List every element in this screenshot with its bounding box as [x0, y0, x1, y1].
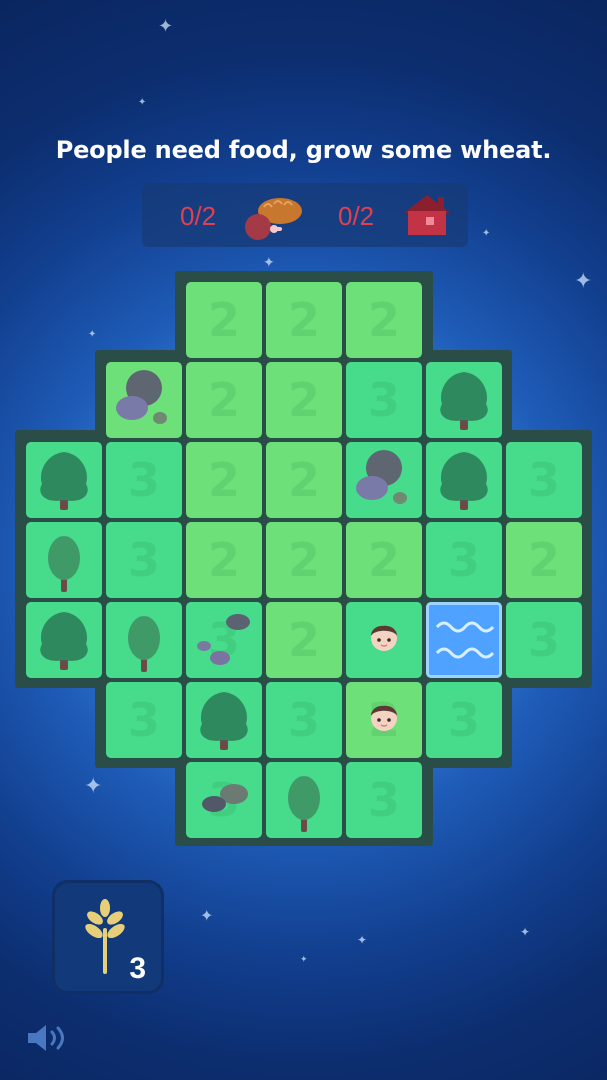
- board-tile[interactable]: 3: [346, 762, 422, 838]
- board-tile[interactable]: [186, 682, 262, 758]
- board-tile[interactable]: [26, 522, 102, 598]
- board-tile[interactable]: 3: [506, 442, 582, 518]
- board-tile[interactable]: [426, 442, 502, 518]
- tile-value: 3: [527, 613, 560, 667]
- inventory-count: 3: [129, 952, 146, 985]
- board-tile[interactable]: [26, 442, 102, 518]
- board-tile[interactable]: [106, 362, 182, 438]
- tile-value: 3: [127, 453, 160, 507]
- board-tile[interactable]: 2: [186, 362, 262, 438]
- tile-value: 3: [127, 693, 160, 747]
- tile-value: 2: [287, 613, 320, 667]
- board-tile[interactable]: 3: [506, 602, 582, 678]
- tile-value: 2: [367, 533, 400, 587]
- board-tile[interactable]: [106, 602, 182, 678]
- board-tile[interactable]: 3: [106, 682, 182, 758]
- tile-value: 3: [287, 693, 320, 747]
- tile-value: 2: [287, 293, 320, 347]
- board-tile[interactable]: 3: [426, 682, 502, 758]
- board-tile[interactable]: 2: [266, 442, 342, 518]
- board-tile[interactable]: 2: [186, 282, 262, 358]
- board-tile[interactable]: 3: [106, 522, 182, 598]
- board-tile[interactable]: 3: [426, 522, 502, 598]
- tile-value: 3: [367, 773, 400, 827]
- tile-value: 2: [527, 533, 560, 587]
- board-tile[interactable]: 2: [266, 282, 342, 358]
- board-tile[interactable]: [266, 762, 342, 838]
- tile-value: 2: [287, 453, 320, 507]
- board-tile[interactable]: 2: [506, 522, 582, 598]
- board-tile[interactable]: 2: [266, 362, 342, 438]
- tile-value: 2: [207, 533, 240, 587]
- speaker-icon[interactable]: [24, 1022, 68, 1054]
- board-tile[interactable]: 3: [346, 362, 422, 438]
- tile-value: 2: [207, 293, 240, 347]
- tile-value: 3: [447, 693, 480, 747]
- tile-value: 3: [447, 533, 480, 587]
- tile-value: 2: [287, 533, 320, 587]
- board-tile[interactable]: 2: [266, 522, 342, 598]
- board-tile[interactable]: 2: [186, 522, 262, 598]
- board-tile[interactable]: [346, 602, 422, 678]
- tile-value: 2: [207, 373, 240, 427]
- board-tile[interactable]: 2: [346, 522, 422, 598]
- tile-value: 2: [207, 453, 240, 507]
- board-tile[interactable]: 3: [186, 602, 262, 678]
- board-tile[interactable]: [346, 442, 422, 518]
- board-tile[interactable]: [26, 602, 102, 678]
- tile-value: 3: [527, 453, 560, 507]
- inventory-slot[interactable]: 3: [52, 880, 164, 994]
- wheat-icon: [85, 899, 125, 974]
- board-tile[interactable]: 2: [346, 682, 422, 758]
- board-tile[interactable]: 3: [106, 442, 182, 518]
- tile-value: 2: [367, 293, 400, 347]
- board-tile[interactable]: [426, 362, 502, 438]
- tile-value: 2: [287, 373, 320, 427]
- tile-value: 3: [367, 373, 400, 427]
- board-tile[interactable]: 2: [266, 602, 342, 678]
- board-tile[interactable]: [426, 602, 502, 678]
- board-tile[interactable]: 2: [346, 282, 422, 358]
- board-tile[interactable]: 3: [186, 762, 262, 838]
- board-tile[interactable]: 2: [186, 442, 262, 518]
- tile-value: 3: [127, 533, 160, 587]
- board-tile[interactable]: 3: [266, 682, 342, 758]
